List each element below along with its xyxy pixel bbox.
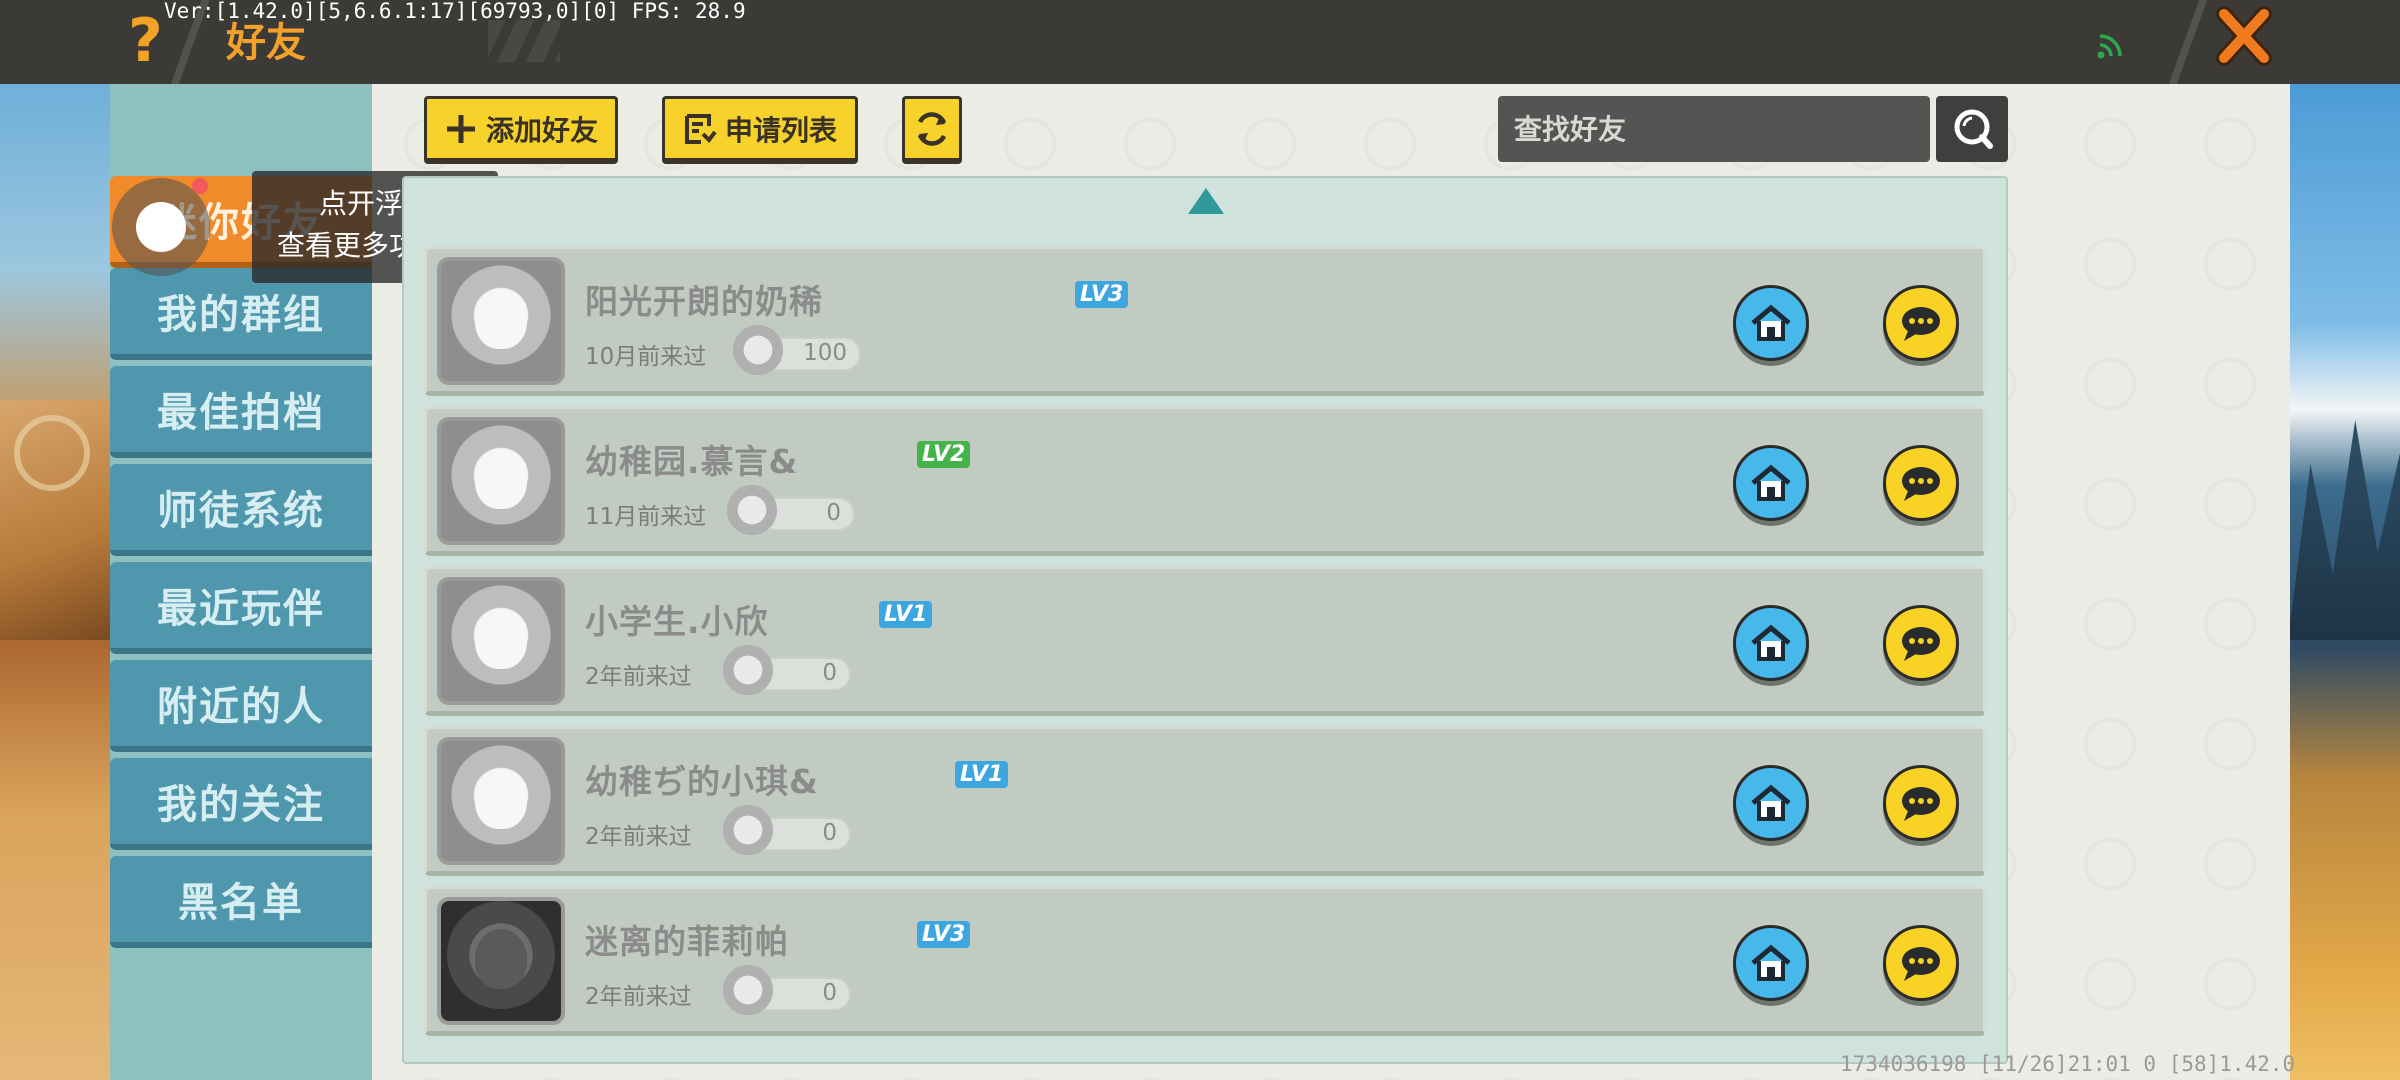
floating-ball[interactable] xyxy=(112,178,210,276)
build-info-footer: 1734036198 [11/26]21:01 0 [58]1.42.0 xyxy=(1840,1052,2296,1076)
tab-label: 黑名单 xyxy=(178,880,304,926)
coin-value: 0 xyxy=(822,820,837,846)
signal-icon xyxy=(2097,34,2122,59)
avatar[interactable] xyxy=(437,577,565,705)
chat-button[interactable] xyxy=(1883,765,1959,841)
friend-row[interactable]: 幼稚园.慕言& LV2 11月前来过 0 xyxy=(424,406,1986,556)
header-decoration xyxy=(488,20,560,62)
home-icon xyxy=(1751,304,1791,341)
coin-icon xyxy=(723,965,773,1015)
friend-name: 迷离的菲莉帕 xyxy=(585,922,789,961)
visit-home-button[interactable] xyxy=(1733,445,1809,521)
tab-label: 最佳拍档 xyxy=(157,390,325,436)
coin-value: 100 xyxy=(803,340,847,366)
chat-button[interactable] xyxy=(1883,925,1959,1001)
chat-button[interactable] xyxy=(1883,285,1959,361)
visit-home-button[interactable] xyxy=(1733,605,1809,681)
floating-ball-core xyxy=(136,202,186,252)
chat-button[interactable] xyxy=(1883,605,1959,681)
close-x-glyph xyxy=(2216,6,2272,66)
tab-label: 最近玩伴 xyxy=(157,586,325,632)
friend-name: 小学生.小欣 xyxy=(585,602,769,641)
last-seen: 2年前来过 xyxy=(585,664,692,690)
friend-row[interactable]: 迷离的菲莉帕 LV3 2年前来过 0 xyxy=(424,886,1986,1036)
friend-name: 幼稚ぢ的小琪& xyxy=(585,762,819,801)
chat-bubble-icon xyxy=(1902,467,1940,501)
request-list-label: 申请列表 xyxy=(724,113,837,147)
coin-value: 0 xyxy=(822,980,837,1006)
search-input[interactable]: 查找好友 xyxy=(1498,96,1930,162)
top-bar: ? 好友 Ver:[1.42.0][5,6.6.1:17][69793,0][0… xyxy=(0,0,2400,84)
chat-bubble-icon xyxy=(1902,947,1940,981)
avatar[interactable] xyxy=(437,417,565,545)
list-icon xyxy=(684,113,717,144)
help-icon[interactable]: ? xyxy=(128,6,163,76)
debug-overlay: Ver:[1.42.0][5,6.6.1:17][69793,0][0] FPS… xyxy=(164,0,746,23)
search-button[interactable] xyxy=(1936,96,2008,162)
avatar[interactable] xyxy=(437,897,565,1025)
add-friend-label: 添加好友 xyxy=(485,113,598,147)
divider xyxy=(2168,0,2208,84)
friend-name: 幼稚园.慕言& xyxy=(585,442,799,481)
search-placeholder: 查找好友 xyxy=(1514,113,1627,146)
level-badge: LV3 xyxy=(1075,281,1129,308)
last-seen: 10月前来过 xyxy=(585,344,707,370)
search-icon xyxy=(1954,109,1993,149)
level-badge: LV1 xyxy=(879,601,933,628)
plus-icon xyxy=(446,114,475,143)
friend-row[interactable]: 幼稚ぢ的小琪& LV1 2年前来过 0 xyxy=(424,726,1986,876)
home-icon xyxy=(1751,624,1791,661)
background-right-scenery xyxy=(2288,0,2400,1080)
home-icon xyxy=(1751,784,1791,821)
chat-bubble-icon xyxy=(1902,787,1940,821)
close-icon[interactable] xyxy=(2214,6,2274,76)
coin-icon xyxy=(723,645,773,695)
tab-mentor-system[interactable]: 师徒系统 xyxy=(110,464,372,556)
home-icon xyxy=(1751,464,1791,501)
coin-icon xyxy=(733,325,783,375)
chat-bubble-icon xyxy=(1902,307,1940,341)
coin-icon xyxy=(723,805,773,855)
notification-dot xyxy=(192,178,208,194)
tab-blacklist[interactable]: 黑名单 xyxy=(110,856,372,948)
tab-nearby-people[interactable]: 附近的人 xyxy=(110,660,372,752)
tab-label: 附近的人 xyxy=(157,684,325,730)
last-seen: 2年前来过 xyxy=(585,824,692,850)
refresh-button[interactable] xyxy=(902,96,962,164)
coin-value: 0 xyxy=(822,660,837,686)
tab-recent-players[interactable]: 最近玩伴 xyxy=(110,562,372,654)
visit-home-button[interactable] xyxy=(1733,925,1809,1001)
scroll-up-arrow-icon[interactable] xyxy=(1188,188,1224,214)
chat-bubble-icon xyxy=(1902,627,1940,661)
tab-best-partner[interactable]: 最佳拍档 xyxy=(110,366,372,458)
friend-row[interactable]: 阳光开朗的奶稀 LV3 10月前来过 100 xyxy=(424,246,1986,396)
tab-label: 我的关注 xyxy=(157,782,325,828)
level-badge: LV3 xyxy=(917,921,971,948)
background-left-scenery xyxy=(0,0,112,1080)
tab-my-follows[interactable]: 我的关注 xyxy=(110,758,372,850)
visit-home-button[interactable] xyxy=(1733,765,1809,841)
refresh-icon xyxy=(917,111,947,146)
friend-row[interactable]: 小学生.小欣 LV1 2年前来过 0 xyxy=(424,566,1986,716)
last-seen: 11月前来过 xyxy=(585,504,707,530)
home-icon xyxy=(1751,944,1791,981)
tab-label: 师徒系统 xyxy=(157,488,325,534)
avatar[interactable] xyxy=(437,737,565,865)
level-badge: LV2 xyxy=(917,441,971,468)
level-badge: LV1 xyxy=(955,761,1009,788)
coin-icon xyxy=(727,485,777,535)
friend-name: 阳光开朗的奶稀 xyxy=(585,282,823,321)
visit-home-button[interactable] xyxy=(1733,285,1809,361)
last-seen: 2年前来过 xyxy=(585,984,692,1010)
tab-label: 我的群组 xyxy=(157,292,325,338)
coin-value: 0 xyxy=(826,500,841,526)
add-friend-button[interactable]: 添加好友 xyxy=(424,96,618,164)
request-list-button[interactable]: 申请列表 xyxy=(662,96,858,164)
avatar[interactable] xyxy=(437,257,565,385)
chat-button[interactable] xyxy=(1883,445,1959,521)
